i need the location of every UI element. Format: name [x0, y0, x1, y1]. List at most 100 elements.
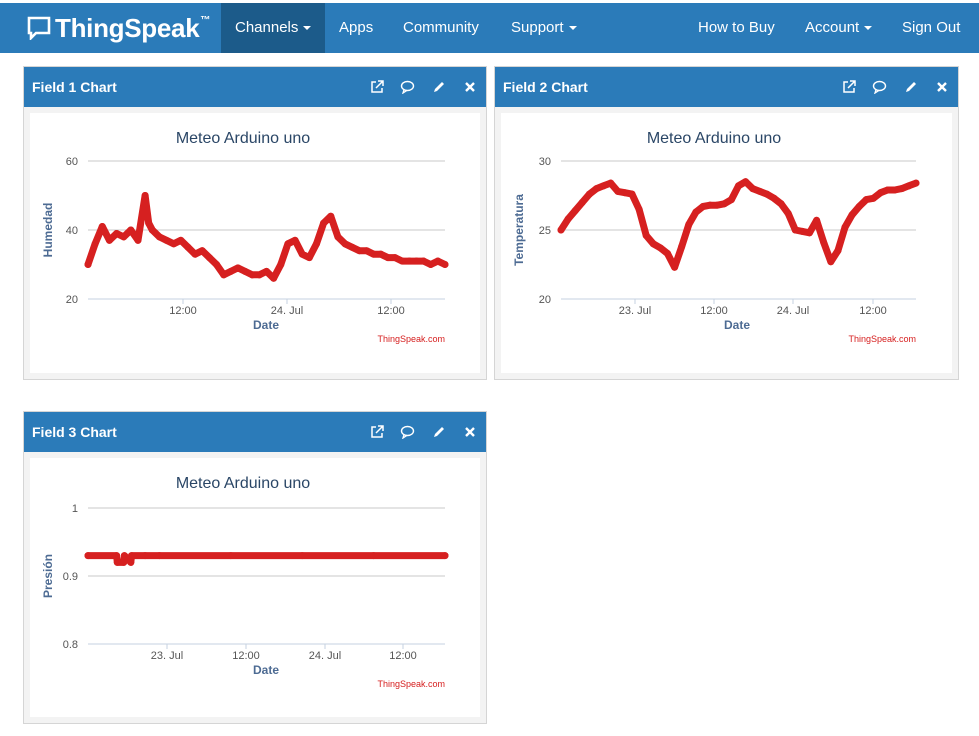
chart-title: Meteo Arduino uno: [176, 130, 310, 147]
nav-sign-out-label: Sign Out: [902, 19, 961, 36]
data-point: [777, 200, 785, 208]
data-point: [384, 254, 392, 262]
data-point: [391, 254, 399, 262]
close-icon[interactable]: [461, 424, 478, 441]
nav-sign-out[interactable]: Sign Out: [902, 3, 960, 53]
data-point: [798, 227, 806, 235]
data-point: [177, 236, 185, 244]
external-link-icon[interactable]: [368, 79, 385, 96]
chart-title: Meteo Arduino uno: [176, 475, 310, 492]
nav-channels-label: Channels: [235, 19, 299, 36]
data-point: [134, 236, 142, 244]
data-point: [898, 185, 906, 193]
data-point: [334, 233, 342, 241]
pencil-icon[interactable]: [902, 79, 919, 96]
data-point: [635, 205, 643, 213]
data-point: [128, 552, 136, 560]
x-tick-label: 24. Jul: [309, 650, 341, 662]
data-point: [120, 552, 128, 560]
data-point: [148, 226, 156, 234]
data-point: [198, 247, 206, 255]
y-tick-label: 0.9: [63, 571, 78, 583]
external-link-icon[interactable]: [840, 79, 857, 96]
data-point: [270, 274, 278, 282]
data-point: [564, 215, 572, 223]
data-point: [420, 257, 428, 265]
data-point: [141, 192, 149, 199]
y-tick-label: 20: [539, 294, 551, 306]
nav-apps[interactable]: Apps: [339, 3, 373, 53]
nav-account[interactable]: Account: [805, 3, 873, 53]
panel-tools: [840, 67, 950, 107]
comment-icon[interactable]: [871, 79, 888, 96]
nav-community-label: Community: [403, 19, 479, 36]
panel-title: Field 3 Chart: [32, 424, 117, 440]
chart-area: Meteo Arduino uno 30 25 20 23. Jul 12:00 24. J…: [501, 113, 952, 373]
x-axis-label: Date: [253, 318, 279, 332]
panel-tools: [368, 67, 478, 107]
data-point: [355, 247, 363, 255]
comment-icon[interactable]: [399, 424, 416, 441]
data-point: [141, 552, 149, 560]
chat-bubble-logo-icon: [27, 16, 51, 40]
nav-support-label: Support: [511, 19, 564, 36]
series-line: [557, 178, 920, 271]
nav-community[interactable]: Community: [403, 3, 479, 53]
data-point: [600, 182, 608, 190]
data-point: [227, 267, 235, 275]
data-point: [912, 179, 920, 187]
close-icon[interactable]: [461, 79, 478, 96]
y-tick-label: 30: [539, 156, 551, 168]
presion-chart: Meteo Arduino uno 1 0.9 0.8 23. Jul 12:00 24. …: [41, 475, 449, 689]
data-point: [241, 267, 249, 275]
comment-icon[interactable]: [399, 79, 416, 96]
humedad-chart: Meteo Arduino uno 60 40 20 12:00 24. Jul 12:00…: [41, 130, 449, 344]
external-link-icon[interactable]: [368, 424, 385, 441]
pencil-icon[interactable]: [430, 79, 447, 96]
data-point: [827, 258, 835, 266]
data-point: [813, 216, 821, 224]
data-point: [184, 243, 192, 251]
x-tick-label: 24. Jul: [777, 305, 809, 317]
data-point: [699, 203, 707, 211]
data-point: [593, 185, 600, 193]
data-point: [277, 261, 285, 268]
x-tick-label: 12:00: [859, 305, 887, 317]
data-point: [642, 232, 650, 240]
data-point: [127, 226, 135, 234]
chevron-down-icon: [303, 26, 312, 31]
field-3-panel: Field 3 Chart Meteo Arduino uno 1 0.9 0.8 23…: [23, 411, 487, 724]
panel-header: Field 2 Chart: [495, 67, 958, 107]
data-point: [877, 189, 884, 197]
x-tick-label: 23. Jul: [619, 305, 651, 317]
data-point: [756, 187, 764, 195]
data-point: [441, 261, 449, 268]
nav-how-to-buy-label: How to Buy: [698, 19, 775, 36]
data-point: [614, 187, 622, 195]
data-point: [434, 257, 442, 265]
thingspeak-logo[interactable]: ThingSpeak ™: [27, 12, 210, 44]
pencil-icon[interactable]: [430, 424, 447, 441]
chart-credit: ThingSpeak.com: [377, 334, 445, 344]
close-icon[interactable]: [933, 79, 950, 96]
data-point: [113, 229, 121, 237]
data-point: [578, 198, 586, 206]
top-navbar: ThingSpeak ™ Channels Apps Community Sup…: [0, 3, 979, 53]
x-tick-label: 12:00: [377, 305, 405, 317]
data-point: [441, 552, 449, 560]
data-point: [791, 226, 799, 234]
data-point: [84, 261, 92, 268]
chart-credit: ThingSpeak.com: [377, 679, 445, 689]
nav-channels[interactable]: Channels: [221, 3, 325, 53]
data-point: [298, 250, 306, 258]
data-point: [305, 254, 313, 262]
data-point: [312, 240, 320, 248]
data-point: [727, 196, 735, 204]
data-point: [742, 178, 750, 186]
nav-support[interactable]: Support: [511, 3, 577, 53]
x-tick-label: 23. Jul: [151, 650, 183, 662]
data-point: [227, 552, 235, 560]
nav-how-to-buy[interactable]: How to Buy: [698, 3, 775, 53]
data-point: [585, 190, 593, 198]
data-point: [834, 247, 842, 255]
